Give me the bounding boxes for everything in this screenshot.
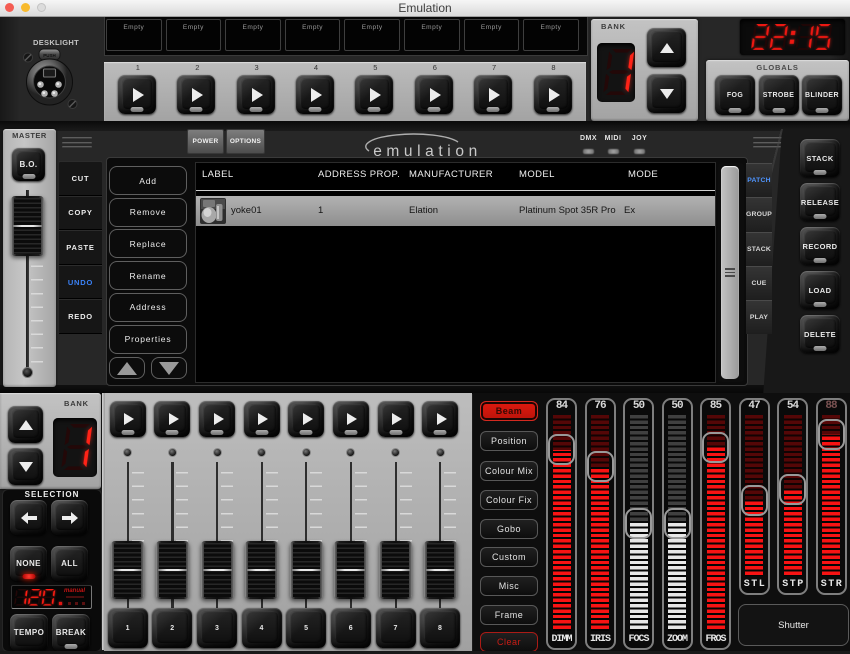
svg-text:PUSH: PUSH xyxy=(43,53,56,58)
